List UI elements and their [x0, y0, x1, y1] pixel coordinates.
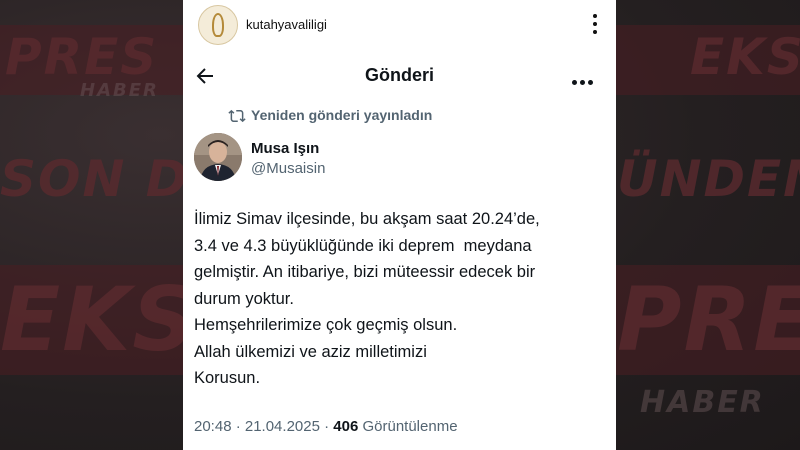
- profile-username[interactable]: kutahyavaliligi: [246, 17, 327, 32]
- horizontal-ellipsis-icon[interactable]: [572, 72, 596, 85]
- post-meta: 20:48 · 21.04.2025 · 406 Görüntülenme: [194, 418, 458, 435]
- author-avatar[interactable]: [194, 133, 242, 181]
- post-screenshot: kutahyavaliligi Gönderi Yeniden gönderi …: [183, 0, 616, 450]
- background-word: HABER: [80, 80, 159, 101]
- page-title: Gönderi: [364, 65, 434, 85]
- background-word: SON D: [0, 150, 190, 208]
- post-text-line: Hemşehrilerimize çok geçmiş olsun.: [194, 316, 458, 334]
- background-word: PRES: [5, 28, 159, 86]
- post-text-line: Allah ülkemizi ve aziz milletimizi: [194, 342, 427, 361]
- post-text-line: Korusun.: [194, 369, 261, 387]
- post-text: İlimiz Simav ilçesinde, bu akşam saat 20…: [194, 206, 609, 392]
- profile-avatar[interactable]: [198, 5, 238, 45]
- author-name[interactable]: Musa Işın: [251, 140, 319, 157]
- views-count: 406: [333, 418, 359, 435]
- post-timestamp[interactable]: 20:48 · 21.04.2025 ·: [194, 418, 333, 435]
- background-word: ÜNDEM: [617, 150, 800, 208]
- vertical-ellipsis-icon[interactable]: [592, 14, 598, 36]
- post-text-line: 3.4 ve 4.3 büyüklüğünde iki deprem meyda…: [194, 236, 532, 255]
- post-text-line: gelmiştir. An itibariye, bizi müteessir …: [194, 263, 536, 281]
- views-label: Görüntülenme: [358, 418, 458, 435]
- background-word: EKS: [0, 268, 198, 371]
- instagram-header: kutahyavaliligi: [183, 0, 616, 50]
- background-word: PRES: [617, 268, 800, 371]
- post-header: Gönderi: [183, 58, 616, 94]
- background-word: HABER: [640, 385, 765, 420]
- avatar-photo: [194, 133, 242, 181]
- post-text-line: İlimiz Simav ilçesinde, bu akşam saat 20…: [194, 210, 540, 228]
- repost-label: Yeniden gönderi yayınladın: [251, 107, 433, 123]
- author-handle[interactable]: @Musaisin: [251, 160, 325, 177]
- emblem-icon: [212, 13, 224, 37]
- repost-icon: [228, 109, 246, 123]
- post-text-line: durum yoktur.: [194, 289, 294, 308]
- background-word: EKS: [690, 28, 800, 86]
